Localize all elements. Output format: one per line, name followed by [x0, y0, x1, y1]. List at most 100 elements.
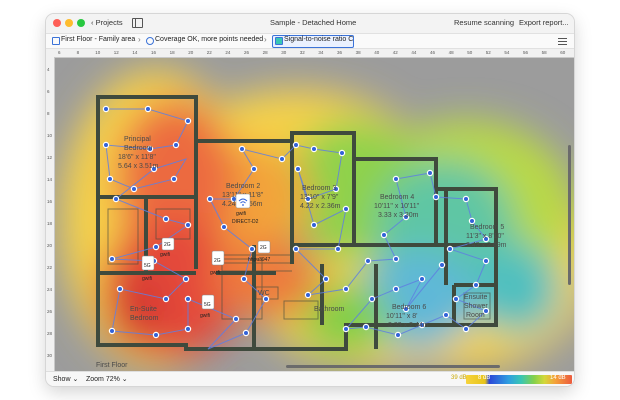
- room-principal-name: Principal: [124, 136, 151, 143]
- ap-6-band: 2G: [260, 245, 267, 251]
- ruler-h-tick: 22: [206, 50, 212, 55]
- legend-min-label: 39 dB: [451, 375, 467, 381]
- show-menu-button[interactable]: Show ⌄: [53, 375, 78, 383]
- ruler-h-tick: 48: [448, 50, 454, 55]
- ruler-h-tick: 6: [58, 50, 61, 55]
- ruler-h-tick: 18: [169, 50, 175, 55]
- ruler-v-tick: 28: [47, 331, 53, 336]
- room-bedroom5-l3: 3.43 x 2.69m: [466, 242, 507, 249]
- app-window: ‹ Projects Sample - Detached Home Resume…: [46, 14, 574, 386]
- ap-3-band: 2G: [214, 258, 221, 264]
- resume-scanning-button[interactable]: Resume scanning: [454, 18, 514, 27]
- heatmap-canvas[interactable]: Principal Bedroom 18'6" x 11'8" 5.64 x 3…: [46, 49, 574, 371]
- ap-4-band: 5G: [204, 302, 211, 308]
- room-ensuite-l3: Room: [466, 312, 485, 319]
- room-ensuite-l2: Shower: [464, 303, 488, 310]
- ruler-h-tick: 36: [337, 50, 343, 55]
- room-bedroom6-l3: 3.33 x 2.44m: [388, 322, 429, 329]
- breadcrumb-visualization[interactable]: Signal-to-noise ratio C: [284, 36, 353, 43]
- floor-icon: [52, 37, 60, 45]
- ruler-h-tick: 56: [523, 50, 529, 55]
- minimize-window-button[interactable]: [65, 19, 73, 27]
- ap-3-name: gwifi: [210, 270, 220, 276]
- room-bedroom6-l2: 10'11" x 8': [386, 313, 418, 320]
- ruler-h-tick: 8: [76, 50, 80, 55]
- floor-label: First Floor: [96, 362, 128, 369]
- ruler-h-tick: 28: [262, 50, 268, 55]
- room-bedroom4-l2: 10'11" x 10'11": [374, 203, 420, 210]
- title-bar: ‹ Projects Sample - Detached Home Resume…: [46, 14, 574, 34]
- ruler-h-tick: 50: [467, 50, 473, 55]
- ruler-v-tick: 24: [47, 287, 53, 292]
- room-ensuite-bedroom-name: En-Suite: [130, 306, 157, 313]
- ruler-v-tick: 14: [47, 177, 53, 182]
- ruler-v-tick: 10: [47, 133, 53, 138]
- ap-5-name: gwifi: [236, 211, 246, 217]
- breadcrumb-coverage[interactable]: Coverage OK, more points needed: [155, 36, 263, 43]
- ruler-h-tick: 44: [411, 50, 417, 55]
- coverage-icon: [146, 37, 154, 45]
- ruler-h-tick: 52: [485, 50, 491, 55]
- room-principal-l2: Bedroom: [124, 145, 153, 152]
- chevron-right-icon: ›: [138, 35, 141, 44]
- ruler-h-tick: 40: [374, 50, 380, 55]
- visualization-icon: [275, 37, 283, 45]
- zoom-window-button[interactable]: [77, 19, 85, 27]
- room-bedroom3-l2: 13'10" x 7'9": [300, 194, 339, 201]
- room-bedroom6-name: Bedroom 6: [392, 304, 426, 311]
- ap-5-extra: DIRECT-D2: [232, 219, 259, 225]
- breadcrumb: First Floor - Family area › Coverage OK,…: [46, 34, 574, 49]
- sliders-icon[interactable]: [558, 37, 567, 45]
- ruler-v-tick: 18: [47, 221, 53, 226]
- ruler-v-tick: 30: [47, 353, 53, 358]
- ruler-v-tick: 16: [47, 199, 53, 204]
- room-ensuite-name: Ensuite: [464, 294, 487, 301]
- close-window-button[interactable]: [53, 19, 61, 27]
- back-button[interactable]: ‹ Projects: [91, 18, 123, 27]
- horizontal-ruler: 6 8 10 12 14 16 18 20 22 24 26 28 30 32 34 36 38 40 42 44 46…: [46, 49, 574, 58]
- ruler-h-tick: 32: [299, 50, 305, 55]
- ap-1-name: gwifi: [160, 252, 170, 258]
- vertical-scrollbar[interactable]: [568, 145, 571, 285]
- ap-2-name: gwifi: [142, 276, 152, 282]
- horizontal-scrollbar[interactable]: [286, 365, 500, 368]
- ruler-h-tick: 30: [281, 50, 287, 55]
- ruler-h-tick: 26: [244, 50, 250, 55]
- legend-mid-label: 8 dB: [478, 375, 491, 381]
- ruler-v-tick: 12: [47, 155, 53, 160]
- room-bedroom3-l3: 4.22 x 2.36m: [300, 203, 341, 210]
- breadcrumb-floor[interactable]: First Floor - Family area: [61, 36, 135, 43]
- chevron-down-icon: ⌄: [70, 376, 79, 383]
- ap-1-band: 2G: [164, 242, 171, 248]
- ap-2-band: 5G: [144, 263, 151, 269]
- chevron-right-icon: ›: [264, 35, 267, 44]
- ruler-h-tick: 24: [225, 50, 231, 55]
- room-principal-l3: 18'6" x 11'8": [118, 154, 156, 161]
- sidebar-toggle-icon[interactable]: [132, 18, 143, 28]
- ruler-h-tick: 34: [318, 50, 324, 55]
- room-ensuite-bedroom-l2: Bedroom: [130, 315, 159, 322]
- room-wc-name: WC: [258, 290, 270, 297]
- room-bedroom5-l2: 11'3" x 8'10": [466, 233, 504, 240]
- vertical-ruler: 4 6 8 10 12 14 16 18 20 22 24 26 28 30: [46, 57, 55, 371]
- room-bedroom5-name: Bedroom 5: [470, 224, 504, 231]
- zoom-menu-button[interactable]: Zoom 72% ⌄: [86, 375, 128, 383]
- room-bedroom2-name: Bedroom 2: [226, 183, 260, 190]
- ruler-h-tick: 38: [355, 50, 361, 55]
- ap-4-name: gwifi: [200, 313, 210, 319]
- room-bedroom4-name: Bedroom 4: [380, 194, 414, 201]
- chevron-down-icon: ⌄: [119, 376, 128, 383]
- ruler-h-tick: 16: [151, 50, 157, 55]
- ruler-h-tick: 54: [504, 50, 510, 55]
- floorplan-svg[interactable]: Principal Bedroom 18'6" x 11'8" 5.64 x 3…: [46, 49, 574, 371]
- room-bedroom4-l3: 3.33 x 3.30m: [378, 212, 419, 219]
- ruler-v-tick: 4: [47, 67, 50, 72]
- ap-6-name: hhpu3947: [248, 257, 270, 263]
- room-bedroom3-name: Bedroom 3: [302, 185, 336, 192]
- ruler-h-tick: 60: [560, 50, 566, 55]
- ruler-h-tick: 58: [541, 50, 547, 55]
- ruler-v-tick: 20: [47, 243, 53, 248]
- status-bar: Show ⌄ Zoom 72% ⌄ 39 dB 8 dB 14 dB: [46, 371, 574, 386]
- export-report-button[interactable]: Export report...: [519, 18, 569, 27]
- room-principal-l4: 5.64 x 3.51m: [118, 163, 159, 170]
